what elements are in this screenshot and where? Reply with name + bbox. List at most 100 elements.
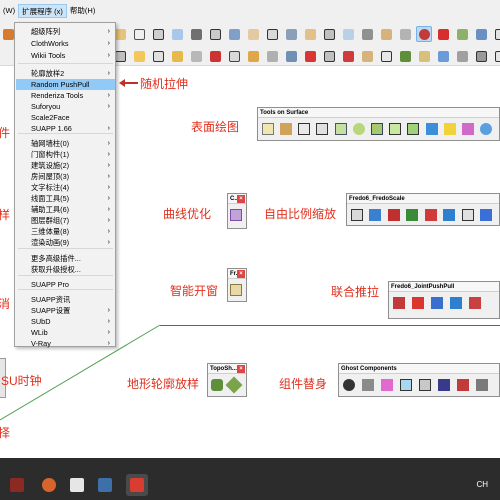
menu-item[interactable]: 三维体量(8) › (16, 226, 115, 237)
menu-item[interactable]: Random PushPull (16, 79, 115, 90)
ghost-component-icon[interactable] (455, 377, 471, 393)
scale-tool-icon[interactable] (386, 207, 402, 223)
topo-contour-icon[interactable] (210, 377, 224, 393)
smart-window-toolbar: Fr... × (227, 268, 247, 302)
menu-item[interactable]: Wikii Tools › (16, 50, 115, 61)
annotation-joint-pushpull: 联合推拉 (331, 285, 380, 299)
menu-separator (18, 63, 113, 64)
menu-item[interactable]: SUAPP 1.66 › (16, 123, 115, 134)
ghost-component-icon[interactable] (360, 377, 376, 393)
curve-optimize-toolbar: C... × (227, 193, 247, 229)
surface-tool-icon[interactable] (461, 121, 476, 137)
panel-title[interactable]: Fredo6_FredoScale (347, 194, 499, 204)
surface-tool-icon[interactable] (351, 121, 366, 137)
menu-item[interactable]: SUbD › (16, 316, 115, 327)
menu-item-label: 门窗构件(1) (31, 150, 70, 159)
window-tool-icon[interactable] (230, 282, 242, 298)
menu-item[interactable]: 超级阵列 › (16, 26, 115, 37)
surface-tool-icon[interactable] (333, 121, 348, 137)
scale-tool-icon[interactable] (460, 207, 476, 223)
menu-item[interactable]: 更多高级插件... (16, 253, 115, 264)
menu-item[interactable]: V-Ray › (16, 338, 115, 349)
scale-tool-icon[interactable] (479, 207, 495, 223)
surface-tool-icon[interactable] (315, 121, 330, 137)
start-icon[interactable] (6, 474, 28, 496)
panel-title[interactable]: C... × (228, 194, 246, 204)
app-photos-icon[interactable] (66, 474, 88, 496)
surface-tool-icon[interactable] (278, 121, 293, 137)
annotation-left-3: 消 (0, 297, 11, 311)
topo-grid-icon[interactable] (225, 376, 243, 394)
curve-optimize-icon[interactable] (230, 207, 242, 223)
menu-item[interactable]: SUAPP资讯 (16, 294, 115, 305)
menu-item[interactable]: 渲染动画(9) › (16, 237, 115, 248)
menu-item[interactable]: Scale2Face (16, 112, 115, 123)
close-icon[interactable]: × (237, 365, 245, 373)
menu-item[interactable]: Renderiza Tools › (16, 90, 115, 101)
surface-tool-icon[interactable] (479, 121, 494, 137)
scale-tool-icon[interactable] (349, 207, 365, 223)
menu-item[interactable]: SUAPP Pro (16, 279, 115, 290)
surface-tool-icon[interactable] (442, 121, 457, 137)
menu-item[interactable]: 辅助工具(6) › (16, 204, 115, 215)
menu-item[interactable]: 门窗构件(1) › (16, 149, 115, 160)
menu-item[interactable]: Suforyou › (16, 101, 115, 112)
surface-tool-icon[interactable] (369, 121, 384, 137)
close-icon[interactable]: × (237, 270, 245, 278)
scale-tool-icon[interactable] (442, 207, 458, 223)
ghost-component-icon[interactable] (341, 377, 357, 393)
surface-tool-icon[interactable] (260, 121, 275, 137)
panel-title[interactable]: TopoSh... × (208, 364, 246, 374)
pushpull-tool-icon[interactable] (410, 295, 426, 311)
submenu-arrow-icon: › (107, 28, 110, 35)
menu-item-label: Scale2Face (31, 113, 70, 122)
menu-item-label: Wikii Tools (31, 51, 66, 60)
surface-tool-icon[interactable] (406, 121, 421, 137)
menu-item-label: SUAPP资讯 (31, 295, 71, 304)
ghost-component-icon[interactable] (436, 377, 452, 393)
ghost-component-icon[interactable] (398, 377, 414, 393)
ghost-component-icon[interactable] (417, 377, 433, 393)
pushpull-tool-icon[interactable] (429, 295, 445, 311)
scale-tool-icon[interactable] (368, 207, 384, 223)
scale-tool-icon[interactable] (423, 207, 439, 223)
surface-tool-icon[interactable] (388, 121, 403, 137)
fredo-scale-toolbar: Fredo6_FredoScale (346, 193, 500, 226)
menu-item[interactable]: SUAPP设置 › (16, 305, 115, 316)
panel-title[interactable]: Ghost Components (339, 364, 499, 374)
annotation-terrain-loft: 地形轮廓放样 (127, 377, 200, 391)
ghost-component-icon[interactable] (474, 377, 490, 393)
menu-item[interactable]: 轴网墙柱(0) › (16, 138, 115, 149)
panel-title[interactable]: Fr... × (228, 269, 246, 279)
panel-title[interactable]: Fredo6_JointPushPull (389, 282, 499, 292)
menu-item[interactable]: 建筑设施(2) › (16, 160, 115, 171)
pushpull-tool-icon[interactable] (391, 295, 407, 311)
surface-tool-icon[interactable] (424, 121, 439, 137)
pushpull-tool-icon[interactable] (467, 295, 483, 311)
menu-item[interactable]: ClothWorks › (16, 38, 115, 49)
sketchup-icon[interactable] (126, 474, 148, 496)
close-icon[interactable]: × (237, 195, 245, 203)
app-record-icon[interactable] (38, 474, 60, 496)
panel-title[interactable]: Tools on Surface (258, 108, 499, 118)
menu-item[interactable]: 线面工具(5) › (16, 193, 115, 204)
submenu-arrow-icon: › (107, 140, 110, 147)
panel-body (347, 204, 499, 226)
ghost-component-icon[interactable] (379, 377, 395, 393)
submenu-arrow-icon: › (107, 318, 110, 325)
annotation-curve-optimize: 曲线优化 (163, 207, 212, 221)
submenu-arrow-icon: › (107, 340, 110, 347)
menu-item[interactable]: 图层群组(7) › (16, 215, 115, 226)
menu-item[interactable]: 房间屋顶(3) › (16, 171, 115, 182)
scale-tool-icon[interactable] (405, 207, 421, 223)
menu-item[interactable]: 获取升级授权... (16, 264, 115, 275)
menu-item[interactable]: 轮廓放样2 › (16, 68, 115, 79)
app-image-icon[interactable] (94, 474, 116, 496)
menu-item-label: SUAPP Pro (31, 280, 69, 289)
annotation-su-clock: SU时钟 (1, 374, 42, 388)
surface-tool-icon[interactable] (296, 121, 311, 137)
tray-language-indicator[interactable]: CH (476, 480, 488, 489)
menu-item[interactable]: WLib › (16, 327, 115, 338)
pushpull-tool-icon[interactable] (448, 295, 464, 311)
menu-item[interactable]: 文字标注(4) › (16, 182, 115, 193)
